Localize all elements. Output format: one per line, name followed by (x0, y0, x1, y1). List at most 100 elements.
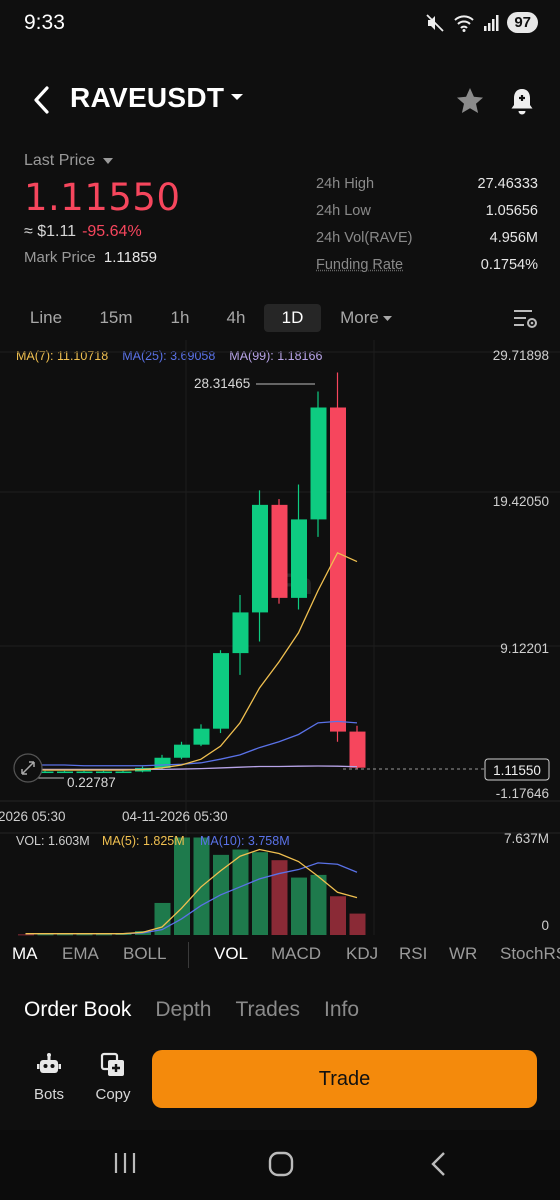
volume-bar (310, 874, 327, 935)
caret-down-icon (103, 158, 114, 164)
candle-body (349, 731, 366, 768)
stat-label: 24h Vol(RAVE) (316, 230, 413, 246)
last-price: 1.11550 (24, 176, 181, 219)
tab-more[interactable]: More (334, 304, 398, 332)
chevron-down-icon[interactable] (228, 88, 246, 106)
candle-body (174, 744, 190, 758)
stat-label: 24h Low (316, 203, 371, 219)
chart-area[interactable]: Fh 28.31465 0.22787 29.71898 19.42050 9.… (0, 340, 560, 940)
vol-ma5-line (25, 848, 358, 935)
vol-axis-label: 7.637M (504, 831, 549, 846)
tab-4h[interactable]: 4h (208, 304, 264, 332)
mark-price-row: Mark Price 1.11859 (24, 249, 304, 266)
robot-icon (37, 1053, 61, 1073)
mark-price-label: Mark Price (24, 249, 96, 266)
funding-rate-label[interactable]: Funding Rate (316, 257, 403, 284)
candle-body (330, 407, 346, 732)
copy-label: Copy (95, 1086, 131, 1103)
time-axis-label: 04-11-2026 05:30 (122, 809, 228, 824)
candle-body (213, 653, 229, 729)
indicator-kdj[interactable]: KDJ (346, 944, 378, 964)
stat-row: 24h Vol(RAVE) 4.956M (316, 230, 538, 257)
battery-indicator: 97 (507, 12, 538, 33)
indicator-macd[interactable]: MACD (271, 944, 321, 964)
tab-1h[interactable]: 1h (152, 304, 208, 332)
stat-value: 27.46333 (477, 176, 538, 192)
volume-bar (18, 934, 34, 936)
indicator-wr[interactable]: WR (449, 944, 477, 964)
copy-trade-icon (100, 1052, 124, 1076)
stat-row: Funding Rate 0.1754% (316, 257, 538, 284)
approx-row: ≈ $1.11 -95.64% (24, 223, 304, 241)
stat-value: 1.05656 (485, 203, 538, 219)
volume-bar (271, 860, 288, 935)
ma-lines (25, 551, 358, 935)
candle-body (252, 504, 268, 613)
current-price-tag: 1.11550 (484, 758, 550, 781)
alert-bell-icon[interactable] (508, 86, 536, 116)
symbol-title[interactable]: RAVEUSDT (70, 82, 224, 114)
candle-body (193, 728, 210, 745)
copy-button[interactable]: Copy (88, 1052, 138, 1103)
candle-body (115, 771, 132, 774)
home-icon[interactable] (268, 1150, 294, 1178)
bots-label: Bots (33, 1086, 64, 1103)
tab-info[interactable]: Info (324, 998, 359, 1022)
price-axis-label: 19.42050 (493, 494, 549, 509)
recent-apps-icon[interactable] (113, 1150, 137, 1176)
price-axis-label: 29.71898 (493, 348, 549, 363)
stat-row: 24h High 27.46333 (316, 176, 538, 203)
back-nav-icon[interactable] (428, 1150, 448, 1178)
tab-trades[interactable]: Trades (235, 998, 300, 1022)
expand-icon[interactable] (13, 753, 43, 783)
timeframe-bar: Line 15m 1h 4h 1D More (0, 302, 560, 332)
price-change: -95.64% (82, 223, 142, 240)
bots-button[interactable]: Bots (24, 1052, 74, 1103)
stats-panel: 24h High 27.46333 24h Low 1.05656 24h Vo… (316, 176, 538, 284)
ma99-line (25, 765, 358, 771)
tab-order-book[interactable]: Order Book (24, 998, 131, 1022)
bottom-actions: Bots Copy Trade (0, 1050, 560, 1110)
chart-settings-icon[interactable] (512, 307, 538, 329)
vol-legend: VOL: 1.603M (16, 834, 90, 848)
trade-button[interactable]: Trade (152, 1050, 537, 1108)
usd-approx: ≈ $1.11 (24, 223, 77, 240)
high-annotation: 28.31465 (194, 376, 315, 391)
signal-icon (484, 14, 499, 31)
status-bar: 9:33 97 (0, 0, 560, 48)
indicator-ema[interactable]: EMA (62, 944, 99, 964)
high-annotation-text: 28.31465 (194, 376, 250, 391)
low-annotation: 0.22787 (30, 775, 116, 790)
status-time: 9:33 (24, 11, 65, 34)
indicator-rsi[interactable]: RSI (399, 944, 427, 964)
candle-body (76, 771, 93, 774)
volume-bar (37, 934, 54, 936)
price-axis-label: -1.17646 (496, 786, 549, 801)
back-icon[interactable] (28, 84, 56, 116)
mute-icon (426, 13, 444, 32)
price-axis-label: 9.12201 (500, 641, 549, 656)
header: RAVEUSDT (0, 78, 560, 124)
candle-body (96, 771, 112, 774)
indicator-vol[interactable]: VOL (214, 944, 248, 964)
volume-bar (252, 852, 268, 935)
tab-15m[interactable]: 15m (88, 304, 144, 332)
tab-depth[interactable]: Depth (155, 998, 211, 1022)
mark-price-value: 1.11859 (103, 249, 157, 266)
price-block: Last Price 1.11550 ≈ $1.11 -95.64% Mark P… (24, 152, 304, 266)
star-icon[interactable] (455, 86, 485, 116)
stat-row: 24h Low 1.05656 (316, 203, 538, 230)
candlestick-chart[interactable]: Fh 28.31465 0.22787 29.71898 19.42050 9.… (0, 340, 560, 940)
volume-bar (232, 849, 249, 935)
volume-bar (349, 913, 366, 935)
indicator-ma[interactable]: MA (12, 944, 38, 964)
indicator-stochrsi[interactable]: StochRSI (500, 944, 560, 964)
last-price-label[interactable]: Last Price (24, 152, 304, 170)
current-price-tag-text: 1.11550 (493, 763, 541, 778)
system-nav-bar (0, 1130, 560, 1200)
tab-line[interactable]: Line (18, 304, 74, 332)
tab-1d[interactable]: 1D (264, 304, 321, 332)
vol-ma5-legend: MA(5): 1.825M (102, 834, 185, 848)
low-annotation-text: 0.22787 (67, 775, 116, 790)
indicator-boll[interactable]: BOLL (123, 944, 166, 964)
